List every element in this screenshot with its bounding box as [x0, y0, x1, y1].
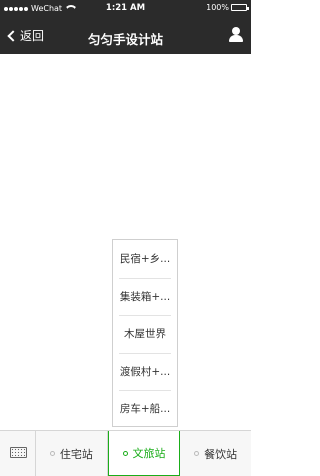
tab-label: 餐饮站	[204, 447, 238, 461]
tab-dot-icon	[49, 451, 55, 456]
menu-item-cabin[interactable]: 木屋世界	[113, 315, 177, 353]
battery-percent: 100%	[206, 3, 229, 12]
nav-bar: 返回 匀匀手设计站	[0, 17, 251, 54]
battery-icon	[231, 4, 249, 11]
menu-item-minsu[interactable]: 民宿+乡...	[113, 240, 177, 278]
page-title: 匀匀手设计站	[87, 32, 163, 47]
submenu-popup: 民宿+乡... 集装箱+... 木屋世界 渡假村+... 房车+船...	[112, 239, 178, 427]
status-right: 100%	[206, 3, 249, 12]
tab-dining[interactable]: 餐饮站	[180, 431, 251, 476]
tab-label: 文旅站	[132, 447, 166, 460]
bottom-menu-bar: 住宅站 文旅站 餐饮站	[0, 430, 251, 476]
tab-dot-icon	[194, 451, 200, 456]
menu-item-rv-boat[interactable]: 房车+船...	[113, 390, 177, 428]
tab-residential[interactable]: 住宅站	[36, 431, 108, 476]
menu-item-resort[interactable]: 渡假村+...	[113, 352, 177, 391]
user-icon[interactable]	[229, 27, 243, 43]
keyboard-toggle[interactable]	[0, 431, 36, 476]
tab-dot-icon	[122, 450, 128, 456]
tab-label: 住宅站	[59, 447, 93, 461]
status-bar: WeChat 1:21 AM 100%	[0, 0, 251, 17]
menu-item-container[interactable]: 集装箱+...	[113, 277, 177, 316]
tab-cultural-tourism[interactable]: 文旅站	[107, 431, 181, 476]
keyboard-icon	[10, 447, 27, 458]
